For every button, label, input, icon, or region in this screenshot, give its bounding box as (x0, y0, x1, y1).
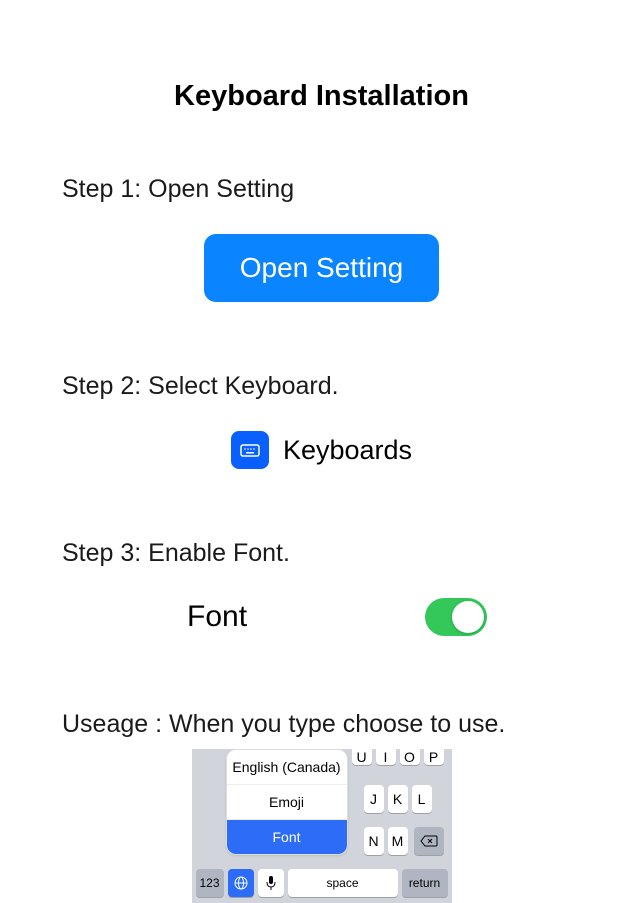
key-l[interactable]: L (412, 785, 432, 813)
space-key[interactable]: space (288, 869, 398, 897)
key-j[interactable]: J (364, 785, 384, 813)
return-key[interactable]: return (402, 869, 448, 897)
keyboard-preview: U I O P J K L N M English (Canada) Emoji… (192, 749, 452, 903)
globe-icon (233, 875, 249, 891)
popup-option-english[interactable]: English (Canada) (227, 750, 347, 785)
keyboard-language-popup: English (Canada) Emoji Font (226, 749, 348, 855)
backspace-key[interactable] (414, 827, 444, 855)
keyboard-icon (231, 431, 269, 469)
popup-option-emoji[interactable]: Emoji (227, 785, 347, 820)
key-i[interactable]: I (376, 749, 396, 765)
toggle-knob (452, 601, 484, 633)
key-o[interactable]: O (400, 749, 420, 765)
open-setting-button[interactable]: Open Setting (204, 234, 439, 302)
keyboards-label: Keyboards (283, 435, 412, 466)
font-setting-row: Font (62, 598, 581, 636)
keyboards-setting-row[interactable]: Keyboards (62, 431, 581, 469)
globe-key[interactable] (228, 869, 254, 897)
numeric-key[interactable]: 123 (196, 869, 224, 897)
popup-option-font[interactable]: Font (227, 820, 347, 854)
key-k[interactable]: K (388, 785, 408, 813)
key-p[interactable]: P (424, 749, 444, 765)
font-label: Font (187, 600, 247, 634)
step1-label: Step 1: Open Setting (62, 175, 581, 204)
step3-label: Step 3: Enable Font. (62, 539, 581, 568)
backspace-icon (420, 835, 438, 847)
step2-label: Step 2: Select Keyboard. (62, 372, 581, 401)
mic-icon (265, 875, 277, 891)
page-title: Keyboard Installation (62, 80, 581, 113)
usage-label: Useage : When you type choose to use. (62, 710, 581, 739)
key-n[interactable]: N (364, 827, 384, 855)
font-enable-toggle[interactable] (425, 598, 487, 636)
key-u[interactable]: U (352, 749, 372, 765)
mic-key[interactable] (258, 869, 284, 897)
key-m[interactable]: M (388, 827, 408, 855)
